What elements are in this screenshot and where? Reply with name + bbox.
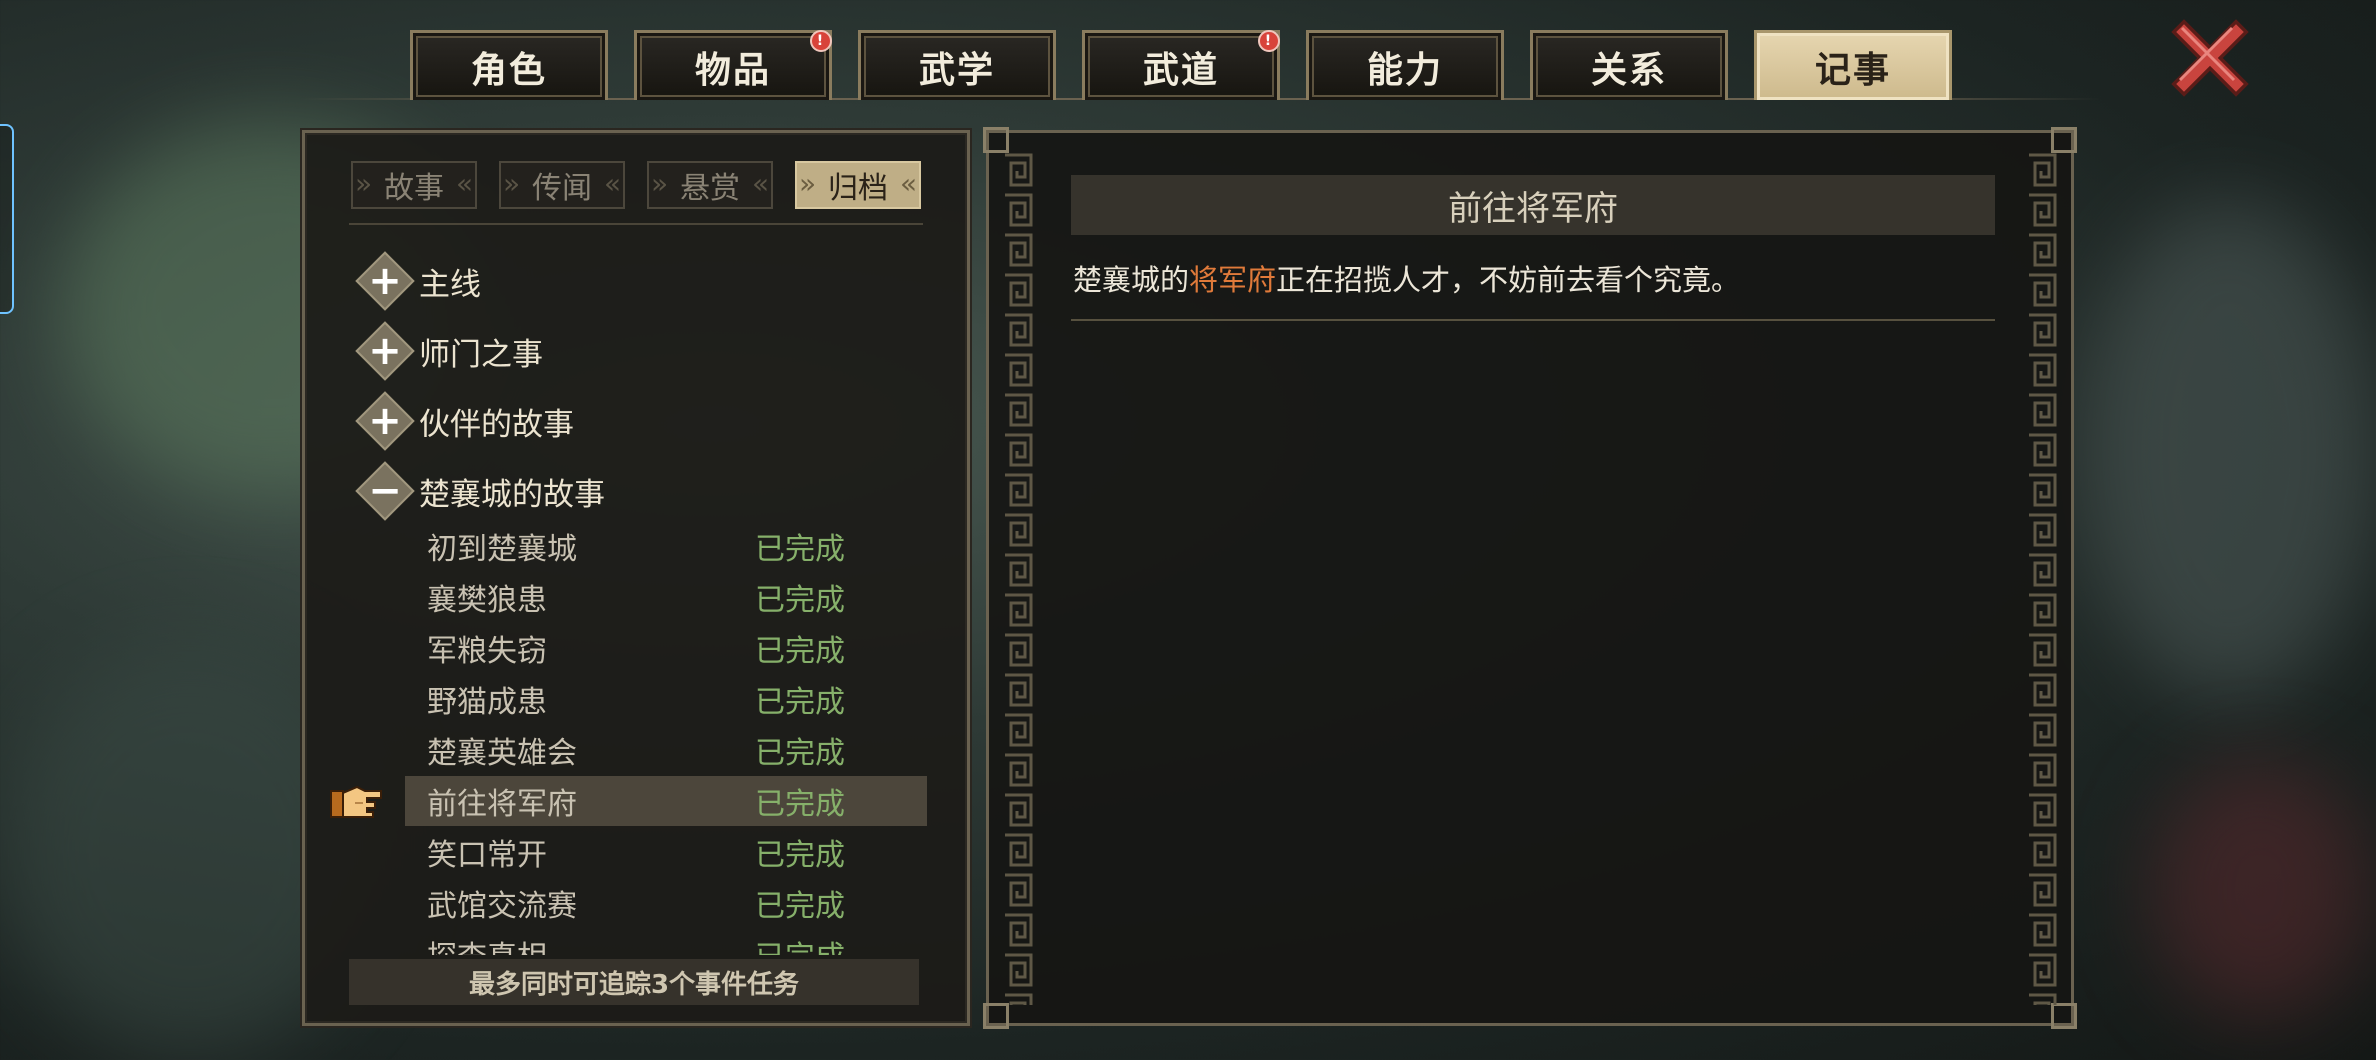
quest-name: 初到楚襄城 <box>427 532 577 567</box>
plus-icon: + <box>355 251 415 311</box>
quest-status: 已完成 <box>755 685 845 720</box>
quest-detail-panel: 前往将军府 楚襄城的将军府正在招揽人才，不妨前去看个究竟。 <box>983 127 2077 1029</box>
quest-name: 笑口常开 <box>427 838 547 873</box>
category-companion-stories[interactable]: + 伙伴的故事 <box>355 391 574 451</box>
plus-icon: + <box>355 321 415 381</box>
category-main-story[interactable]: + 主线 <box>355 251 481 311</box>
tab-label: 武道 <box>1142 49 1219 91</box>
tab-label: 武学 <box>918 49 995 91</box>
description-text: 正在招揽人才，不妨前去看个究竟。 <box>1276 263 1741 297</box>
tab-label: 能力 <box>1366 49 1443 91</box>
list-item[interactable]: 初到楚襄城 已完成 <box>405 521 927 571</box>
quest-list[interactable]: + 主线 + 师门之事 + 伙伴的故事 − 楚襄城的故事 初到楚襄城 已完成 襄… <box>305 133 967 955</box>
close-button[interactable] <box>2170 18 2250 98</box>
category-sect-affairs[interactable]: + 师门之事 <box>355 321 543 381</box>
category-label: 主线 <box>419 266 481 303</box>
corner-ornament <box>2051 127 2077 153</box>
list-item[interactable]: 笑口常开 已完成 <box>405 827 927 877</box>
tab-relations[interactable]: 关系 <box>1530 30 1728 100</box>
quest-name: 野猫成患 <box>427 685 547 720</box>
notification-badge: ! <box>1258 30 1280 52</box>
minus-icon: − <box>355 461 415 521</box>
category-chuxiang-city[interactable]: − 楚襄城的故事 <box>355 461 605 521</box>
fret-border-right <box>2025 151 2059 1005</box>
description-divider <box>1071 319 1995 321</box>
description-text: 楚襄城的 <box>1073 263 1190 297</box>
category-label: 伙伴的故事 <box>419 406 574 443</box>
quest-status: 已完成 <box>755 583 845 618</box>
pointing-hand-icon <box>330 785 382 818</box>
quest-status: 已完成 <box>755 932 845 955</box>
quest-name: 楚襄英雄会 <box>427 736 577 771</box>
quest-title: 前往将军府 <box>1071 175 1995 235</box>
journal-list-panel: 故事 传闻 悬赏 归档 + 主线 + 师门之事 + 伙伴的故事 − 楚襄城的故事… <box>302 130 970 1026</box>
list-item[interactable]: 武馆交流赛 已完成 <box>405 878 927 928</box>
quest-status: 已完成 <box>755 838 845 873</box>
tab-abilities[interactable]: 能力 <box>1306 30 1504 100</box>
tracking-limit-note: 最多同时可追踪3个事件任务 <box>349 959 919 1005</box>
main-tab-bar: 角色 物品! 武学 武道! 能力 关系 记事 <box>410 30 1952 100</box>
tab-items[interactable]: 物品! <box>634 30 832 100</box>
quest-name: 武馆交流赛 <box>427 889 577 924</box>
tab-label: 物品 <box>694 49 771 91</box>
tab-label: 角色 <box>470 49 547 91</box>
fret-border-left <box>1001 151 1035 1005</box>
list-item[interactable]: 军粮失窃 已完成 <box>405 623 927 673</box>
quest-name: 襄樊狼患 <box>427 583 547 618</box>
plus-icon: + <box>355 391 415 451</box>
quest-status: 已完成 <box>755 787 845 822</box>
quest-status: 已完成 <box>755 634 845 669</box>
quest-status: 已完成 <box>755 736 845 771</box>
notification-badge: ! <box>810 30 832 52</box>
corner-ornament <box>2051 1003 2077 1029</box>
quest-description: 楚襄城的将军府正在招揽人才，不妨前去看个究竟。 <box>1073 257 1740 299</box>
tab-journal[interactable]: 记事 <box>1754 30 1952 100</box>
corner-ornament <box>983 127 1009 153</box>
quest-status: 已完成 <box>755 889 845 924</box>
list-item[interactable]: 襄樊狼患 已完成 <box>405 572 927 622</box>
tab-martial-way[interactable]: 武道! <box>1082 30 1280 100</box>
quest-name: 前往将军府 <box>427 787 577 822</box>
tab-character[interactable]: 角色 <box>410 30 608 100</box>
tab-martial-arts[interactable]: 武学 <box>858 30 1056 100</box>
list-item[interactable]: 探查真相 已完成 <box>405 929 927 955</box>
list-item[interactable]: 野猫成患 已完成 <box>405 674 927 724</box>
list-item-selected[interactable]: 前往将军府 已完成 <box>405 776 927 826</box>
category-label: 楚襄城的故事 <box>419 476 605 513</box>
close-x-icon <box>2171 19 2249 97</box>
corner-ornament <box>983 1003 1009 1029</box>
quest-name: 探查真相 <box>405 932 755 955</box>
list-item[interactable]: 楚襄英雄会 已完成 <box>405 725 927 775</box>
tab-label: 关系 <box>1590 49 1667 91</box>
quest-status: 已完成 <box>755 532 845 567</box>
location-highlight: 将军府 <box>1189 263 1277 297</box>
category-label: 师门之事 <box>419 336 543 373</box>
quest-name: 军粮失窃 <box>427 634 547 669</box>
tab-label: 记事 <box>1814 49 1891 91</box>
side-drawer-handle[interactable] <box>0 124 14 314</box>
